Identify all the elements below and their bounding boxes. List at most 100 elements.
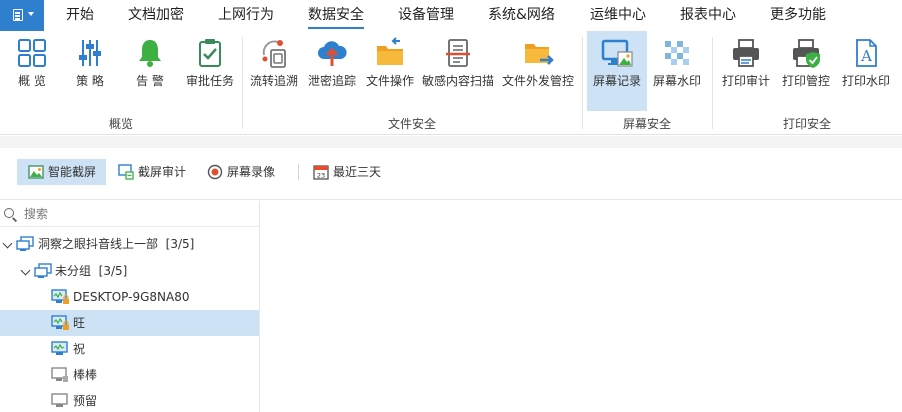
tree-node-root-label: 洞察之眼抖音线上一部 [3/5]	[38, 231, 194, 257]
ribbon-group-overview-label: 概览	[108, 117, 133, 131]
menu-start[interactable]: 开始	[66, 0, 94, 31]
ribbon-sensitive-scan-button[interactable]: 敏感内容扫描	[420, 31, 496, 111]
tree-device-row[interactable]: 棒棒	[0, 362, 259, 388]
ribbon-sensitive-scan-label: 敏感内容扫描	[421, 74, 494, 88]
ribbon-overview-label: 概 览	[18, 74, 46, 88]
ribbon-overview-button[interactable]: 概 览	[6, 31, 58, 111]
ribbon-flow-trace-button[interactable]: 流转追溯	[246, 31, 302, 111]
tree-node-root-name: 洞察之眼抖音线上一部	[38, 237, 159, 251]
ribbon-screen-record-label: 屏幕记录	[592, 74, 641, 88]
computer-offline-icon	[51, 367, 68, 382]
toolbar-divider	[298, 164, 299, 180]
computer-group-icon	[34, 263, 52, 278]
screen-recording-label: 屏幕录像	[227, 165, 276, 179]
tree-device-row[interactable]: DESKTOP-9G8NA80	[0, 284, 259, 310]
ribbon: 概 览 策 略 告 警 审批任务 概览 流转追溯 泄密追踪 文件操作 敏感内容扫…	[0, 31, 902, 135]
tree-node-root-count: [3/5]	[165, 237, 195, 251]
ribbon-screen-record-button[interactable]: 屏幕记录	[587, 31, 647, 111]
menu-bar: 开始 文档加密 上网行为 数据安全 设备管理 系统&网络 运维中心 报表中心 更…	[0, 0, 902, 31]
ribbon-file-send-control-button[interactable]: 文件外发管控	[500, 31, 576, 111]
watermark-icon	[665, 41, 689, 65]
record-icon	[207, 164, 223, 180]
printer-shield-icon	[793, 39, 820, 68]
screenshot-content-area	[261, 201, 902, 412]
tree-device-row[interactable]: 旺	[0, 310, 259, 336]
ribbon-print-control-label: 打印管控	[781, 74, 830, 88]
tree-device-label: 预留	[73, 394, 98, 408]
ribbon-leak-trace-button[interactable]: 泄密追踪	[304, 31, 360, 111]
smart-screenshot-button[interactable]: 智能截屏	[17, 159, 106, 185]
ribbon-gap	[0, 136, 902, 148]
ribbon-alarm-button[interactable]: 告 警	[124, 31, 176, 111]
screenshot-audit-button[interactable]: 截屏审计	[113, 159, 193, 185]
chevron-down-icon[interactable]	[2, 238, 13, 249]
menu-doc-encrypt[interactable]: 文档加密	[128, 0, 184, 31]
ribbon-policy-button[interactable]: 策 略	[64, 31, 116, 111]
ribbon-flow-trace-label: 流转追溯	[249, 74, 298, 88]
ribbon-file-operation-button[interactable]: 文件操作	[362, 31, 418, 111]
ribbon-screen-watermark-label: 屏幕水印	[652, 74, 701, 88]
tree-node-root[interactable]: 洞察之眼抖音线上一部 [3/5]	[0, 231, 259, 257]
menu-web-behavior[interactable]: 上网行为	[218, 0, 274, 31]
image-icon	[28, 165, 44, 179]
ribbon-alarm-label: 告 警	[136, 74, 164, 88]
grid-icon	[18, 39, 46, 67]
tree-search-box	[0, 201, 259, 227]
font-watermark-icon: A	[856, 39, 877, 67]
ribbon-print-watermark-button[interactable]: A 打印水印	[838, 31, 894, 111]
menu-more-features[interactable]: 更多功能	[770, 0, 826, 31]
tree-node-group-label: 未分组 [3/5]	[55, 258, 127, 284]
computer-online-locked-icon	[51, 289, 69, 304]
tree-device-label: 旺	[73, 316, 86, 330]
printer-icon	[733, 39, 759, 67]
menu-ops-center[interactable]: 运维中心	[590, 0, 646, 31]
ribbon-group-file-security-label: 文件安全	[387, 117, 436, 131]
ribbon-print-watermark-label: 打印水印	[841, 74, 890, 88]
menu-device-management[interactable]: 设备管理	[398, 0, 454, 31]
ribbon-approval-label: 审批任务	[185, 74, 234, 88]
sliders-icon	[79, 40, 101, 66]
document-scan-icon	[446, 39, 470, 67]
app-menu-button[interactable]	[0, 0, 44, 31]
ribbon-print-audit-button[interactable]: 打印审计	[718, 31, 774, 111]
ribbon-approval-button[interactable]: 审批任务	[182, 31, 238, 111]
clipboard-check-icon	[199, 39, 221, 67]
ribbon-print-audit-label: 打印审计	[721, 74, 770, 88]
computer-group-icon	[16, 236, 34, 251]
ribbon-policy-label: 策 略	[76, 74, 104, 88]
chevron-down-icon[interactable]	[20, 265, 31, 276]
date-range-label: 最近三天	[333, 165, 382, 179]
screenshot-audit-label: 截屏审计	[138, 165, 187, 179]
tree-node-group-count: [3/5]	[98, 264, 128, 278]
folder-operation-icon	[377, 37, 403, 65]
folder-send-icon	[525, 44, 554, 65]
svg-text:A: A	[860, 47, 872, 65]
monitor-image-icon	[601, 39, 633, 67]
chevron-down-icon	[28, 12, 34, 16]
svg-text:23: 23	[317, 172, 325, 180]
menu-data-security[interactable]: 数据安全	[308, 0, 364, 31]
tree-device-row[interactable]: 祝	[0, 336, 259, 362]
cloud-upload-icon	[318, 41, 347, 66]
screen-recording-button[interactable]: 屏幕录像	[202, 159, 284, 185]
tree-search-input[interactable]	[24, 204, 244, 224]
tree-device-label: 祝	[73, 342, 86, 356]
date-range-button[interactable]: 23 最近三天	[308, 159, 388, 185]
ribbon-screen-watermark-button[interactable]: 屏幕水印	[648, 31, 706, 111]
menu-system-network[interactable]: 系统&网络	[488, 0, 555, 31]
ribbon-file-send-control-label: 文件外发管控	[501, 74, 574, 88]
smart-screenshot-label: 智能截屏	[48, 165, 97, 179]
tree-node-group[interactable]: 未分组 [3/5]	[0, 258, 259, 284]
ribbon-group-print-security-label: 打印安全	[782, 117, 831, 131]
menu-report-center[interactable]: 报表中心	[680, 0, 736, 31]
device-tree-panel: 洞察之眼抖音线上一部 [3/5] 未分组 [3/5] DESKTOP-9G8NA…	[0, 201, 260, 412]
tree-device-row[interactable]: 预留	[0, 388, 259, 412]
app-window: 开始 文档加密 上网行为 数据安全 设备管理 系统&网络 运维中心 报表中心 更…	[0, 0, 902, 412]
ribbon-print-control-button[interactable]: 打印管控	[778, 31, 834, 111]
ribbon-file-operation-label: 文件操作	[365, 74, 414, 88]
document-icon	[13, 9, 23, 21]
tree-node-group-name: 未分组	[55, 264, 92, 278]
computer-offline-icon	[51, 393, 68, 407]
ribbon-leak-trace-label: 泄密追踪	[307, 74, 356, 88]
tree-device-label: DESKTOP-9G8NA80	[73, 290, 190, 304]
